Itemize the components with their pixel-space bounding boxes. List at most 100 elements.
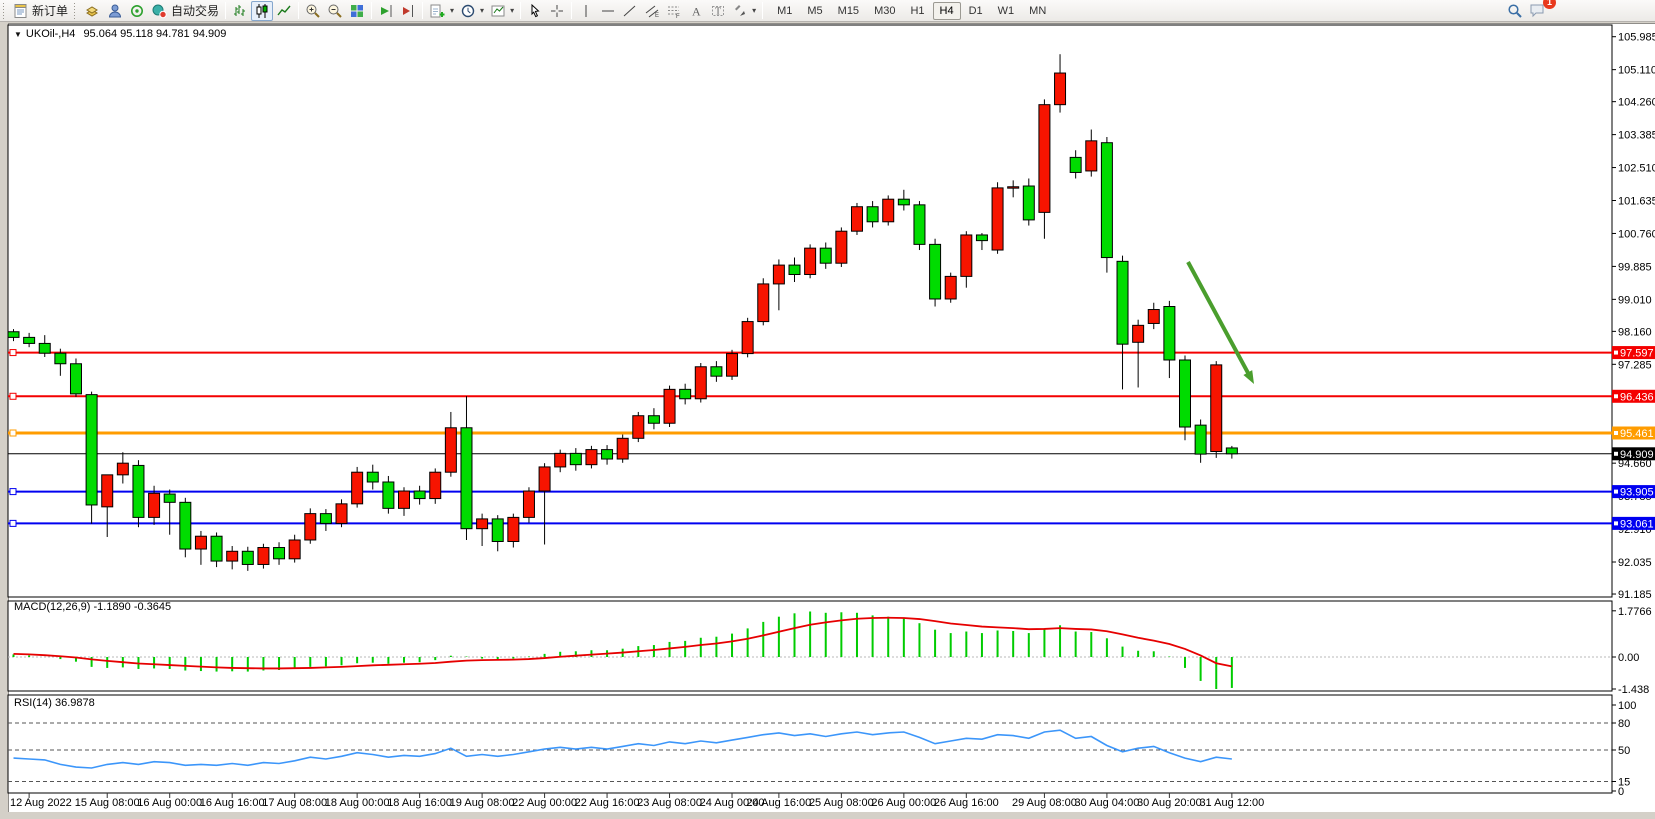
symbol-collapse-icon[interactable]: ▼ (14, 30, 22, 39)
chevron-down-icon: ▾ (752, 6, 756, 15)
text-button[interactable]: A (685, 1, 707, 21)
time-axis-label: 24 Aug 16:00 (746, 797, 811, 809)
candle-body (133, 465, 144, 517)
new-order-button[interactable]: 新订单 (10, 1, 71, 21)
templates-button[interactable]: ▾ (487, 1, 517, 21)
chart-shift-button[interactable] (397, 1, 419, 21)
arrows-button[interactable]: ▾ (729, 1, 759, 21)
timeframe-w1[interactable]: W1 (991, 2, 1022, 20)
candlestick-chart-button[interactable] (251, 1, 273, 21)
candle-body (727, 354, 738, 377)
candle-body (695, 367, 706, 399)
timeframe-m15[interactable]: M15 (831, 2, 866, 20)
price-line-marker[interactable] (10, 520, 16, 526)
timeframe-h1[interactable]: H1 (903, 2, 931, 20)
zoom-out-button[interactable] (324, 1, 346, 21)
chart-title: ▼UKOil-,H495.064 95.118 94.781 94.909 (14, 28, 226, 40)
timeframe-m5[interactable]: M5 (800, 2, 829, 20)
candle-body (180, 502, 191, 549)
candle-body (117, 463, 128, 475)
periods-button[interactable]: ▾ (457, 1, 487, 21)
time-axis-label: 19 Aug 08:00 (450, 797, 515, 809)
price-axis-label: 101.635 (1618, 196, 1655, 208)
candle-body (305, 514, 316, 540)
price-axis-label: 105.110 (1618, 65, 1655, 77)
crosshair-button[interactable] (546, 1, 568, 21)
candle-body (461, 428, 472, 529)
rsi-axis-label: 80 (1618, 718, 1630, 730)
main-panel (8, 25, 1612, 597)
timeframe-d1[interactable]: D1 (962, 2, 990, 20)
bar-chart-button[interactable] (229, 1, 251, 21)
cursor-icon (527, 3, 543, 19)
timeframe-mn[interactable]: MN (1022, 2, 1053, 20)
price-tag-marker (1614, 490, 1618, 494)
candle-body (976, 235, 987, 241)
price-line-marker[interactable] (10, 350, 16, 356)
time-axis-label: 16 Aug 00:00 (137, 797, 202, 809)
alerts-button[interactable] (126, 1, 148, 21)
candle-body (789, 265, 800, 274)
candle-body (836, 231, 847, 263)
price-tag-value: 93.061 (1620, 518, 1654, 530)
tile-windows-button[interactable] (346, 1, 368, 21)
time-axis-label: 22 Aug 16:00 (575, 797, 640, 809)
timeframe-m1[interactable]: M1 (770, 2, 799, 20)
label-icon: T (710, 3, 726, 19)
arrows-icon (732, 3, 748, 19)
new-chart-button[interactable]: ▾ (426, 1, 457, 21)
timeframe-h4[interactable]: H4 (933, 2, 961, 20)
chart-title-symbol: UKOil-,H4 (26, 28, 76, 40)
profiles-button[interactable] (104, 1, 126, 21)
price-tag-marker (1614, 351, 1618, 355)
trendline-button[interactable] (619, 1, 641, 21)
time-axis-label: 26 Aug 16:00 (934, 797, 999, 809)
autotrading-button[interactable]: 自动交易 (148, 1, 222, 21)
chart-canvas: 105.985105.110104.260103.385102.510101.6… (0, 0, 1655, 819)
price-line-marker[interactable] (10, 430, 16, 436)
toolbar-separator (571, 2, 572, 19)
search-button[interactable] (1504, 1, 1526, 21)
price-line-marker[interactable] (10, 393, 16, 399)
toolbar-separator (762, 2, 763, 19)
candle-body (555, 453, 566, 467)
horizontal-line-button[interactable] (597, 1, 619, 21)
price-axis-label: 99.885 (1618, 261, 1652, 273)
time-axis-label: 16 Aug 16:00 (200, 797, 265, 809)
toolbar-grip[interactable] (73, 3, 78, 19)
zoom-out-icon (327, 3, 343, 19)
auto-scroll-button[interactable] (375, 1, 397, 21)
candle-body (664, 389, 675, 423)
notification-badge[interactable]: 1 (1543, 0, 1556, 9)
timeframe-buttons: M1M5M15M30H1H4D1W1MN (770, 2, 1053, 20)
price-axis-label: 104.260 (1618, 97, 1655, 109)
zoom-in-button[interactable] (302, 1, 324, 21)
price-line-marker[interactable] (10, 489, 16, 495)
candle-body (70, 364, 81, 394)
rsi-indicator-name: RSI(14) (14, 697, 52, 709)
candle-body (805, 248, 816, 274)
line-chart-button[interactable] (273, 1, 295, 21)
price-tag-marker (1614, 452, 1618, 456)
svg-text:E: E (655, 13, 659, 19)
label-button[interactable]: T (707, 1, 729, 21)
toolbar-separator (520, 2, 521, 19)
candle-body (149, 493, 160, 517)
candle-body (1195, 425, 1206, 454)
candle-body (289, 540, 300, 559)
time-axis-label: 18 Aug 00:00 (325, 797, 390, 809)
cursor-button[interactable] (524, 1, 546, 21)
toolbar-separator (422, 2, 423, 19)
autotrading-label: 自动交易 (171, 2, 219, 19)
svg-text:F: F (676, 14, 680, 19)
candle-body (399, 491, 410, 508)
candle-body (898, 199, 909, 205)
price-tag-value: 95.461 (1620, 428, 1654, 440)
market-button[interactable] (81, 1, 104, 21)
channel-button[interactable]: E (641, 1, 663, 21)
price-axis-label: 105.985 (1618, 32, 1655, 44)
vertical-line-button[interactable] (575, 1, 597, 21)
toolbar-grip[interactable] (2, 3, 7, 19)
fibonacci-button[interactable]: F (663, 1, 685, 21)
timeframe-m30[interactable]: M30 (867, 2, 902, 20)
